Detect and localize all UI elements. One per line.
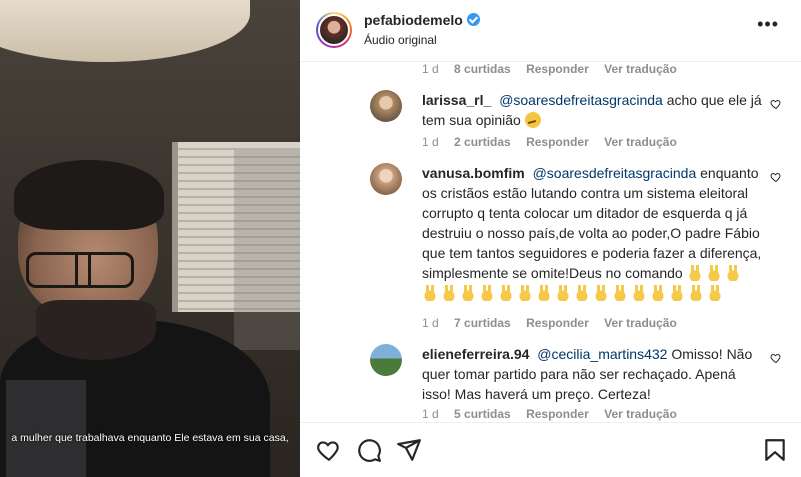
reply-button[interactable]: Responder — [526, 407, 589, 421]
praying-hands-emoji-icon — [422, 285, 438, 301]
praying-hands-emoji-icon — [707, 285, 723, 301]
author-username[interactable]: pefabiodemelo — [364, 12, 480, 28]
translate-button[interactable]: Ver tradução — [604, 407, 677, 421]
post-panel: pefabiodemelo Áudio original ••• 1 d 8 c… — [300, 0, 801, 477]
avatar[interactable] — [370, 344, 402, 376]
praying-hands-emoji-icon — [555, 285, 571, 301]
door — [234, 150, 300, 350]
praying-hands-emoji-icon — [441, 285, 457, 301]
avatar[interactable] — [370, 163, 402, 195]
praying-hands-emoji-icon — [650, 285, 666, 301]
video-subtitle: a mulher que trabalhava enquanto Ele est… — [11, 432, 289, 444]
praying-hands-emoji-icon — [498, 285, 514, 301]
comment-meta: 1 d 8 curtidas Responder Ver tradução — [422, 62, 689, 76]
send-icon[interactable] — [396, 437, 422, 463]
praying-hands-emoji-icon — [631, 285, 647, 301]
mention-link[interactable]: @soaresdefreitasgracinda — [533, 165, 697, 181]
comment-text: vanusa.bomfim @soaresdefreitasgracinda e… — [422, 163, 762, 303]
heart-icon[interactable] — [770, 98, 782, 110]
post-header: pefabiodemelo Áudio original ••• — [300, 0, 801, 62]
praying-hands-emoji-icon — [669, 285, 685, 301]
reply-button[interactable]: Responder — [526, 62, 589, 76]
person-glasses — [26, 252, 134, 288]
comment-icon[interactable] — [356, 437, 382, 463]
thinking-emoji-icon — [524, 112, 541, 128]
praying-hands-emoji-icon — [536, 285, 552, 301]
person-beard — [36, 300, 156, 360]
comment-username[interactable]: elieneferreira.94 — [422, 346, 529, 362]
comment-likes[interactable]: 8 curtidas — [454, 62, 511, 76]
bookmark-icon[interactable] — [762, 437, 788, 463]
heart-icon[interactable] — [770, 352, 782, 364]
translate-button[interactable]: Ver tradução — [604, 62, 677, 76]
mention-link[interactable]: @soaresdefreitasgracinda — [499, 92, 663, 108]
list-item: vanusa.bomfim @soaresdefreitasgracinda e… — [370, 163, 790, 313]
praying-hands-emoji-icon — [593, 285, 609, 301]
comment-username[interactable]: larissa_rl_ — [422, 92, 491, 108]
comment-text: larissa_rl_ @soaresdefreitasgracinda ach… — [422, 92, 762, 128]
praying-hands-emoji-icon — [460, 285, 476, 301]
heart-icon[interactable] — [316, 437, 342, 463]
list-item: elieneferreira.94 @cecilia_martins432 Om… — [370, 344, 790, 414]
comment-meta: 1 d 7 curtidas Responder Ver tradução — [422, 316, 677, 330]
praying-hands-emoji-icon — [612, 285, 628, 301]
reel-video[interactable]: a mulher que trabalhava enquanto Ele est… — [0, 0, 300, 477]
verified-badge-icon — [466, 13, 480, 26]
translate-button[interactable]: Ver tradução — [604, 316, 677, 330]
reply-button[interactable]: Responder — [526, 135, 589, 149]
avatar[interactable] — [370, 90, 402, 122]
praying-hands-emoji-icon — [686, 265, 703, 281]
post-actions — [300, 422, 801, 477]
heart-icon[interactable] — [770, 171, 782, 183]
praying-hands-emoji-icon — [724, 265, 741, 281]
author-avatar[interactable] — [316, 12, 352, 48]
comments-list[interactable]: 1 d 8 curtidas Responder Ver tradução la… — [300, 62, 801, 422]
praying-hands-emoji-icon — [479, 285, 495, 301]
praying-hands-emoji-icon — [705, 265, 722, 281]
person-shirt — [6, 380, 86, 477]
praying-hands-emoji-icon — [574, 285, 590, 301]
comment-text: elieneferreira.94 @cecilia_martins432 Om… — [422, 346, 753, 402]
mention-link[interactable]: @cecilia_martins432 — [537, 346, 667, 362]
reply-button[interactable]: Responder — [526, 316, 589, 330]
ellipsis-icon[interactable]: ••• — [757, 14, 779, 35]
comment-meta: 1 d 2 curtidas Responder Ver tradução — [422, 135, 677, 149]
praying-hands-emoji-icon — [517, 285, 533, 301]
translate-button[interactable]: Ver tradução — [604, 135, 677, 149]
comment-time: 1 d — [422, 62, 439, 76]
person-hair — [14, 160, 164, 230]
comment-meta: 1 d 5 curtidas Responder Ver tradução — [422, 407, 677, 421]
comment-username[interactable]: vanusa.bomfim — [422, 165, 525, 181]
audio-label[interactable]: Áudio original — [364, 33, 437, 47]
praying-hands-emoji-icon — [688, 285, 704, 301]
